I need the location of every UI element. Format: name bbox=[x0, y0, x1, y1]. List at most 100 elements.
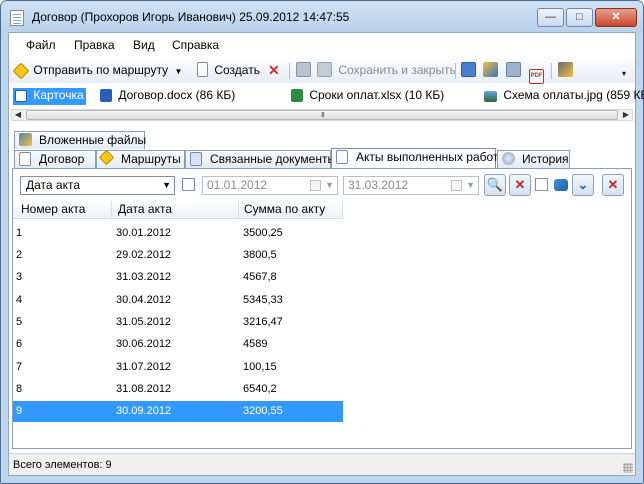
save-close-label: Сохранить и закрыть bbox=[338, 63, 456, 77]
status-bar: Всего элементов: 9 bbox=[9, 453, 635, 475]
filter-field-select[interactable]: Дата акта ▼ bbox=[20, 176, 175, 195]
tab-attached-files[interactable]: Вложенные файлы bbox=[14, 131, 146, 149]
close-icon: ✕ bbox=[607, 177, 619, 192]
refresh-icon[interactable] bbox=[550, 174, 572, 196]
resize-grip-icon[interactable] bbox=[623, 463, 633, 473]
search-button[interactable]: 🔍 bbox=[484, 174, 506, 196]
tab-label: Договор bbox=[39, 152, 85, 166]
scroll-left-icon[interactable]: ◀ bbox=[12, 110, 24, 120]
attachment-file[interactable]: Схема оплаты.jpg (859 КБ) bbox=[482, 88, 644, 105]
menu-file[interactable]: Файл bbox=[26, 38, 56, 52]
option-checkbox[interactable] bbox=[535, 178, 548, 191]
tab-label: История bbox=[522, 152, 569, 166]
cell-date: 31.08.2012 bbox=[116, 383, 172, 395]
table-row-selected[interactable]: 9 30.09.2012 3200,55 bbox=[13, 401, 343, 422]
column-header-date[interactable]: Дата акта bbox=[118, 202, 172, 216]
search-icon: 🔍 bbox=[486, 177, 504, 192]
excel-file-icon bbox=[291, 89, 303, 102]
close-button[interactable]: ✕ bbox=[595, 8, 637, 27]
toolbar-separator bbox=[551, 63, 552, 79]
toolbar-overflow-icon[interactable]: ▾ bbox=[622, 66, 626, 84]
cell-number: 3 bbox=[16, 271, 23, 283]
column-header-sum[interactable]: Сумма по акту bbox=[244, 202, 325, 216]
scrollbar-thumb[interactable]: III bbox=[26, 110, 618, 120]
table-row[interactable]: 6 30.06.2012 4589 bbox=[13, 334, 343, 355]
attachment-card[interactable]: Карточка bbox=[13, 88, 86, 105]
attachment-file[interactable]: Договор.docx (86 КБ) bbox=[98, 88, 237, 105]
save-close-button[interactable]: Сохранить и закрыть bbox=[317, 62, 456, 80]
chevron-down-icon: ▼ bbox=[325, 180, 334, 190]
table-row[interactable]: 5 31.05.2012 3216,47 bbox=[13, 312, 343, 333]
cell-date: 31.03.2012 bbox=[116, 271, 172, 283]
table-row[interactable]: 4 30.04.2012 5345,33 bbox=[13, 290, 343, 311]
date-filter-checkbox[interactable] bbox=[182, 178, 195, 191]
tabs-row: Договор Маршруты Связанные документы Акт… bbox=[11, 148, 633, 169]
calendar-icon[interactable] bbox=[461, 62, 479, 80]
clear-search-button[interactable]: ✕ bbox=[509, 174, 531, 196]
tab-acts[interactable]: Акты выполненных работ bbox=[331, 148, 498, 169]
date-from-value: 01.01.2012 bbox=[207, 178, 268, 192]
menu-help[interactable]: Справка bbox=[172, 38, 219, 52]
column-divider[interactable] bbox=[238, 201, 239, 217]
act-icon bbox=[336, 150, 348, 164]
floppy-icon bbox=[296, 62, 311, 77]
menu-edit[interactable]: Правка bbox=[74, 38, 115, 52]
app-window: Договор (Прохоров Игорь Иванович) 25.09.… bbox=[0, 0, 644, 484]
table-row[interactable]: 3 31.03.2012 4567,8 bbox=[13, 267, 343, 288]
word-file-icon bbox=[100, 89, 112, 102]
cell-sum: 5345,33 bbox=[243, 294, 283, 306]
cell-sum: 4589 bbox=[243, 338, 268, 350]
scroll-right-icon[interactable]: ▶ bbox=[620, 110, 632, 120]
cell-date: 30.09.2012 bbox=[116, 405, 172, 417]
create-label: Создать bbox=[214, 63, 260, 77]
scanner-icon[interactable] bbox=[506, 62, 524, 80]
chevron-down-icon: ▼ bbox=[466, 180, 475, 190]
calendar-icon bbox=[310, 180, 321, 191]
column-header-number[interactable]: Номер акта bbox=[21, 202, 85, 216]
title-bar[interactable]: Договор (Прохоров Игорь Иванович) 25.09.… bbox=[1, 1, 643, 33]
menu-view[interactable]: Вид bbox=[133, 38, 155, 52]
calendar-glyph-icon bbox=[461, 62, 476, 77]
route-dropdown-icon[interactable]: ▼ bbox=[174, 67, 182, 76]
tab-contract[interactable]: Договор bbox=[14, 150, 96, 168]
sign-icon[interactable] bbox=[483, 62, 501, 80]
minimize-button[interactable]: — bbox=[537, 8, 564, 27]
maximize-button[interactable]: □ bbox=[566, 8, 593, 27]
calendar-icon bbox=[451, 180, 462, 191]
expand-button[interactable]: ⌄ bbox=[572, 174, 594, 196]
image-file-icon bbox=[484, 91, 497, 102]
column-divider[interactable] bbox=[342, 201, 343, 217]
route-button[interactable]: Отправить по маршруту ▼ bbox=[12, 62, 182, 80]
tab-routes[interactable]: Маршруты bbox=[96, 149, 185, 168]
tabs-top-row: Вложенные файлы bbox=[11, 131, 633, 149]
paperclip-icon bbox=[19, 133, 32, 146]
tab-history[interactable]: История bbox=[497, 150, 570, 168]
table-row[interactable]: 7 31.07.2012 100,15 bbox=[13, 357, 343, 378]
date-from-field[interactable]: 01.01.2012 ▼ bbox=[202, 176, 338, 195]
save-icon[interactable] bbox=[296, 62, 314, 80]
cell-sum: 100,15 bbox=[243, 361, 277, 373]
cell-date: 30.06.2012 bbox=[116, 338, 172, 350]
table-row[interactable]: 8 31.08.2012 6540,2 bbox=[13, 379, 343, 400]
cell-date: 30.01.2012 bbox=[116, 227, 172, 239]
toolbar-separator bbox=[289, 63, 290, 79]
toolbar-separator bbox=[455, 63, 456, 79]
tools-icon[interactable] bbox=[558, 62, 576, 80]
acts-panel: Дата акта ▼ 01.01.2012 ▼ 31.03.2012 ▼ 🔍 bbox=[12, 168, 632, 449]
attachment-file[interactable]: Сроки оплат.xlsx (10 КБ) bbox=[289, 88, 446, 105]
table-row[interactable]: 2 29.02.2012 3800,5 bbox=[13, 245, 343, 266]
create-button[interactable]: Создать bbox=[197, 62, 260, 80]
cell-number: 6 bbox=[16, 338, 23, 350]
attachments-scrollbar[interactable]: ◀ III ▶ bbox=[11, 109, 633, 121]
clear-search-icon: ✕ bbox=[514, 177, 526, 192]
table-row[interactable]: 1 30.01.2012 3500,25 bbox=[13, 223, 343, 244]
cell-number: 2 bbox=[16, 249, 23, 261]
pdf-icon[interactable]: PDF bbox=[529, 62, 547, 84]
tab-related-documents[interactable]: Связанные документы bbox=[185, 150, 336, 168]
date-to-field[interactable]: 31.03.2012 ▼ bbox=[343, 176, 479, 195]
attachment-label: Схема оплаты.jpg (859 КБ) bbox=[503, 88, 644, 102]
column-divider[interactable] bbox=[111, 201, 112, 217]
delete-icon[interactable]: ✕ bbox=[268, 62, 280, 80]
chevron-down-icon: ▼ bbox=[162, 180, 171, 190]
close-filter-button[interactable]: ✕ bbox=[602, 174, 624, 196]
